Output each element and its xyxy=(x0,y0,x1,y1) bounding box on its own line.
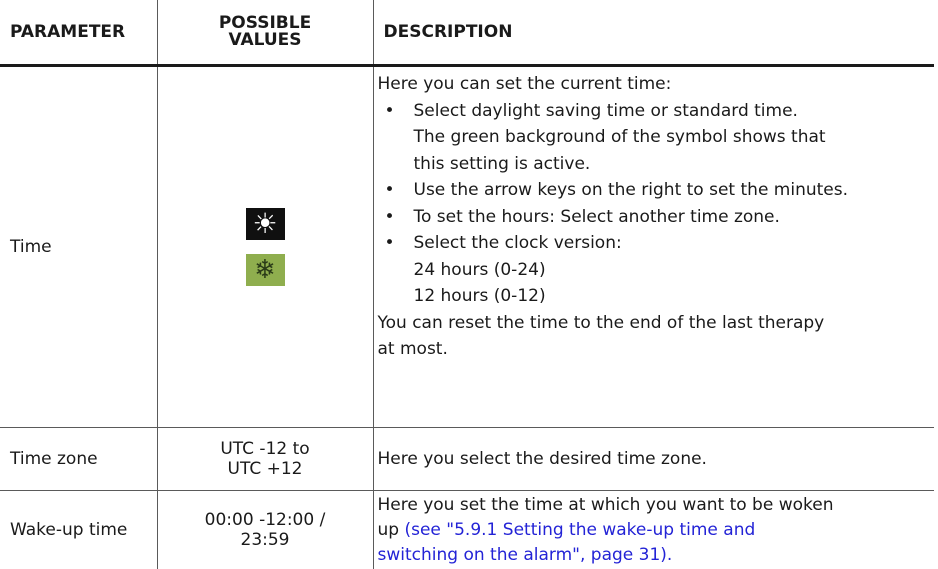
values-wake-up-time: 00:00 -12:00 / 23:59 xyxy=(157,491,373,569)
desc-time-option1: 24 hours (0-24) xyxy=(378,257,929,284)
values-time-zone: UTC -12 to UTC +12 xyxy=(157,428,373,491)
header-possible-values-line2: VALUES xyxy=(158,32,373,49)
desc-time-footer1: You can reset the time to the end of the… xyxy=(378,310,929,337)
parameter-table: PARAMETER POSSIBLE VALUES DESCRIPTION Ti… xyxy=(0,0,934,569)
values-wake-up-line1: 00:00 -12:00 / xyxy=(158,510,373,530)
desc-wake-up-line1: Here you set the time at which you want … xyxy=(378,493,929,518)
sun-icon[interactable]: ☀ xyxy=(246,208,285,240)
snowflake-icon[interactable]: ❄ xyxy=(246,254,285,286)
cross-reference-link-line2[interactable]: switching on the alarm", page 31) xyxy=(378,545,667,565)
desc-time-bullet2: Use the arrow keys on the right to set t… xyxy=(378,177,929,204)
desc-wake-up-prefix: up xyxy=(378,520,400,540)
header-possible-values: POSSIBLE VALUES xyxy=(157,0,373,66)
desc-time: Here you can set the current time: Selec… xyxy=(373,66,934,428)
values-time-zone-line1: UTC -12 to xyxy=(158,439,373,459)
desc-time-note2: this setting is active. xyxy=(378,151,929,178)
values-time: ☀ ❄ xyxy=(157,66,373,428)
table-header-row: PARAMETER POSSIBLE VALUES DESCRIPTION xyxy=(0,0,934,66)
desc-time-note1: The green background of the symbol shows… xyxy=(378,124,929,151)
desc-time-option2: 12 hours (0-12) xyxy=(378,283,929,310)
header-description: DESCRIPTION xyxy=(373,0,934,66)
desc-time-bullet3: To set the hours: Select another time zo… xyxy=(378,204,929,231)
desc-wake-up-time: Here you set the time at which you want … xyxy=(373,491,934,569)
cross-reference-link-suffix: . xyxy=(667,545,672,565)
desc-wake-up-line3: switching on the alarm", page 31). xyxy=(378,543,929,568)
desc-time-bullet1: Select daylight saving time or standard … xyxy=(378,98,929,125)
desc-wake-up-line2: up (see "5.9.1 Setting the wake-up time … xyxy=(378,518,929,543)
values-time-zone-line2: UTC +12 xyxy=(158,459,373,479)
desc-time-bullet4: Select the clock version: xyxy=(378,230,929,257)
header-parameter: PARAMETER xyxy=(0,0,157,66)
param-wake-up-time: Wake-up time xyxy=(0,491,157,569)
param-time: Time xyxy=(0,66,157,428)
table-row-time: Time ☀ ❄ Here you can set the current ti… xyxy=(0,66,934,428)
values-wake-up-line2: 23:59 xyxy=(158,530,373,550)
desc-time-footer2: at most. xyxy=(378,336,929,363)
table-row-time-zone: Time zone UTC -12 to UTC +12 Here you se… xyxy=(0,428,934,491)
cross-reference-link-line1[interactable]: (see "5.9.1 Setting the wake-up time and xyxy=(404,520,755,540)
param-time-zone: Time zone xyxy=(0,428,157,491)
desc-time-zone: Here you select the desired time zone. xyxy=(373,428,934,491)
table-row-wake-up-time: Wake-up time 00:00 -12:00 / 23:59 Here y… xyxy=(0,491,934,569)
desc-time-intro: Here you can set the current time: xyxy=(378,71,929,98)
